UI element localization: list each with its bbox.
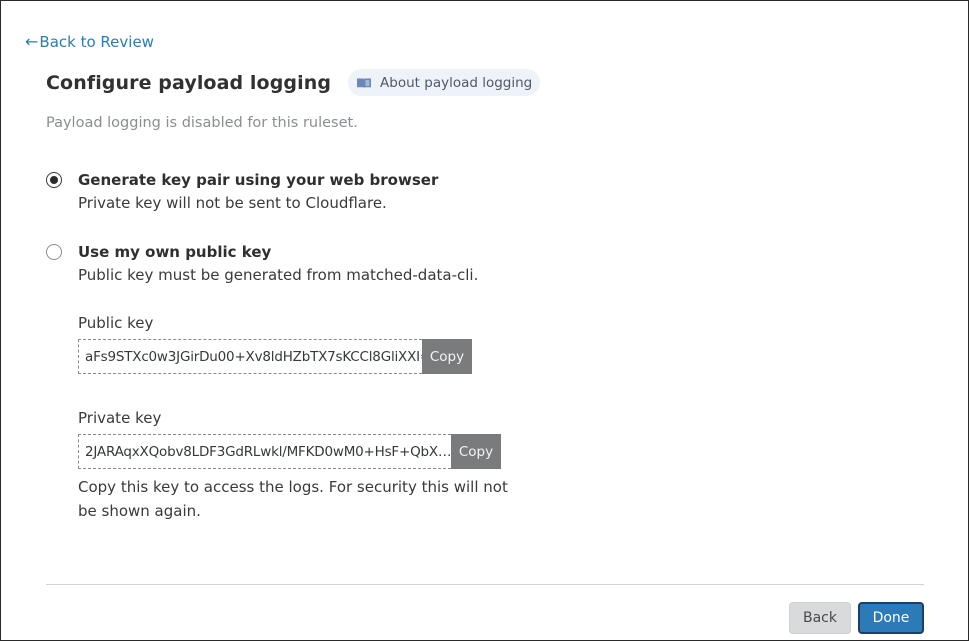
private-key-input[interactable]: 2JARAqxXQobv8LDF3GdRLwkl/MFKD0wM0+HsF+Qb… [78,434,451,469]
option-title: Use my own public key [78,243,272,261]
page-title: Configure payload logging [46,71,332,94]
public-key-label: Public key [78,314,154,332]
book-icon [356,77,372,89]
copy-public-key-button[interactable]: Copy [422,339,472,374]
arrow-left-icon: ← [25,32,39,51]
about-payload-logging-label: About payload logging [380,74,533,91]
page-frame: ← Back to Review Configure payload loggi… [0,0,969,641]
public-key-field: aFs9STXc0w3JGirDu00+Xv8ldHZbTX7sKCCl8Gli… [78,339,472,374]
option-description: Public key must be generated from matche… [78,266,479,284]
ruleset-status-text: Payload logging is disabled for this rul… [46,115,358,131]
footer-divider [46,584,924,585]
back-to-review-link[interactable]: ← Back to Review [25,32,154,51]
public-key-input[interactable]: aFs9STXc0w3JGirDu00+Xv8ldHZbTX7sKCCl8Gli… [78,339,422,374]
copy-private-key-button[interactable]: Copy [451,434,501,469]
option-title: Generate key pair using your web browser [78,171,439,189]
about-payload-logging-link[interactable]: About payload logging [348,69,541,96]
radio-own-public-key[interactable] [46,244,62,260]
private-key-label: Private key [78,409,162,427]
option-description: Private key will not be sent to Cloudfla… [78,194,387,212]
radio-browser-key-pair[interactable] [46,172,62,188]
option-browser-key-pair[interactable]: Generate key pair using your web browser… [46,170,438,213]
back-button[interactable]: Back [789,602,851,634]
private-key-field: 2JARAqxXQobv8LDF3GdRLwkl/MFKD0wM0+HsF+Qb… [78,434,501,469]
option-own-public-key[interactable]: Use my own public key Public key must be… [46,242,478,285]
back-to-review-label: Back to Review [39,32,154,51]
header: Configure payload logging About payload … [46,69,541,96]
security-note: Copy this key to access the logs. For se… [78,478,508,520]
done-button[interactable]: Done [858,602,924,634]
